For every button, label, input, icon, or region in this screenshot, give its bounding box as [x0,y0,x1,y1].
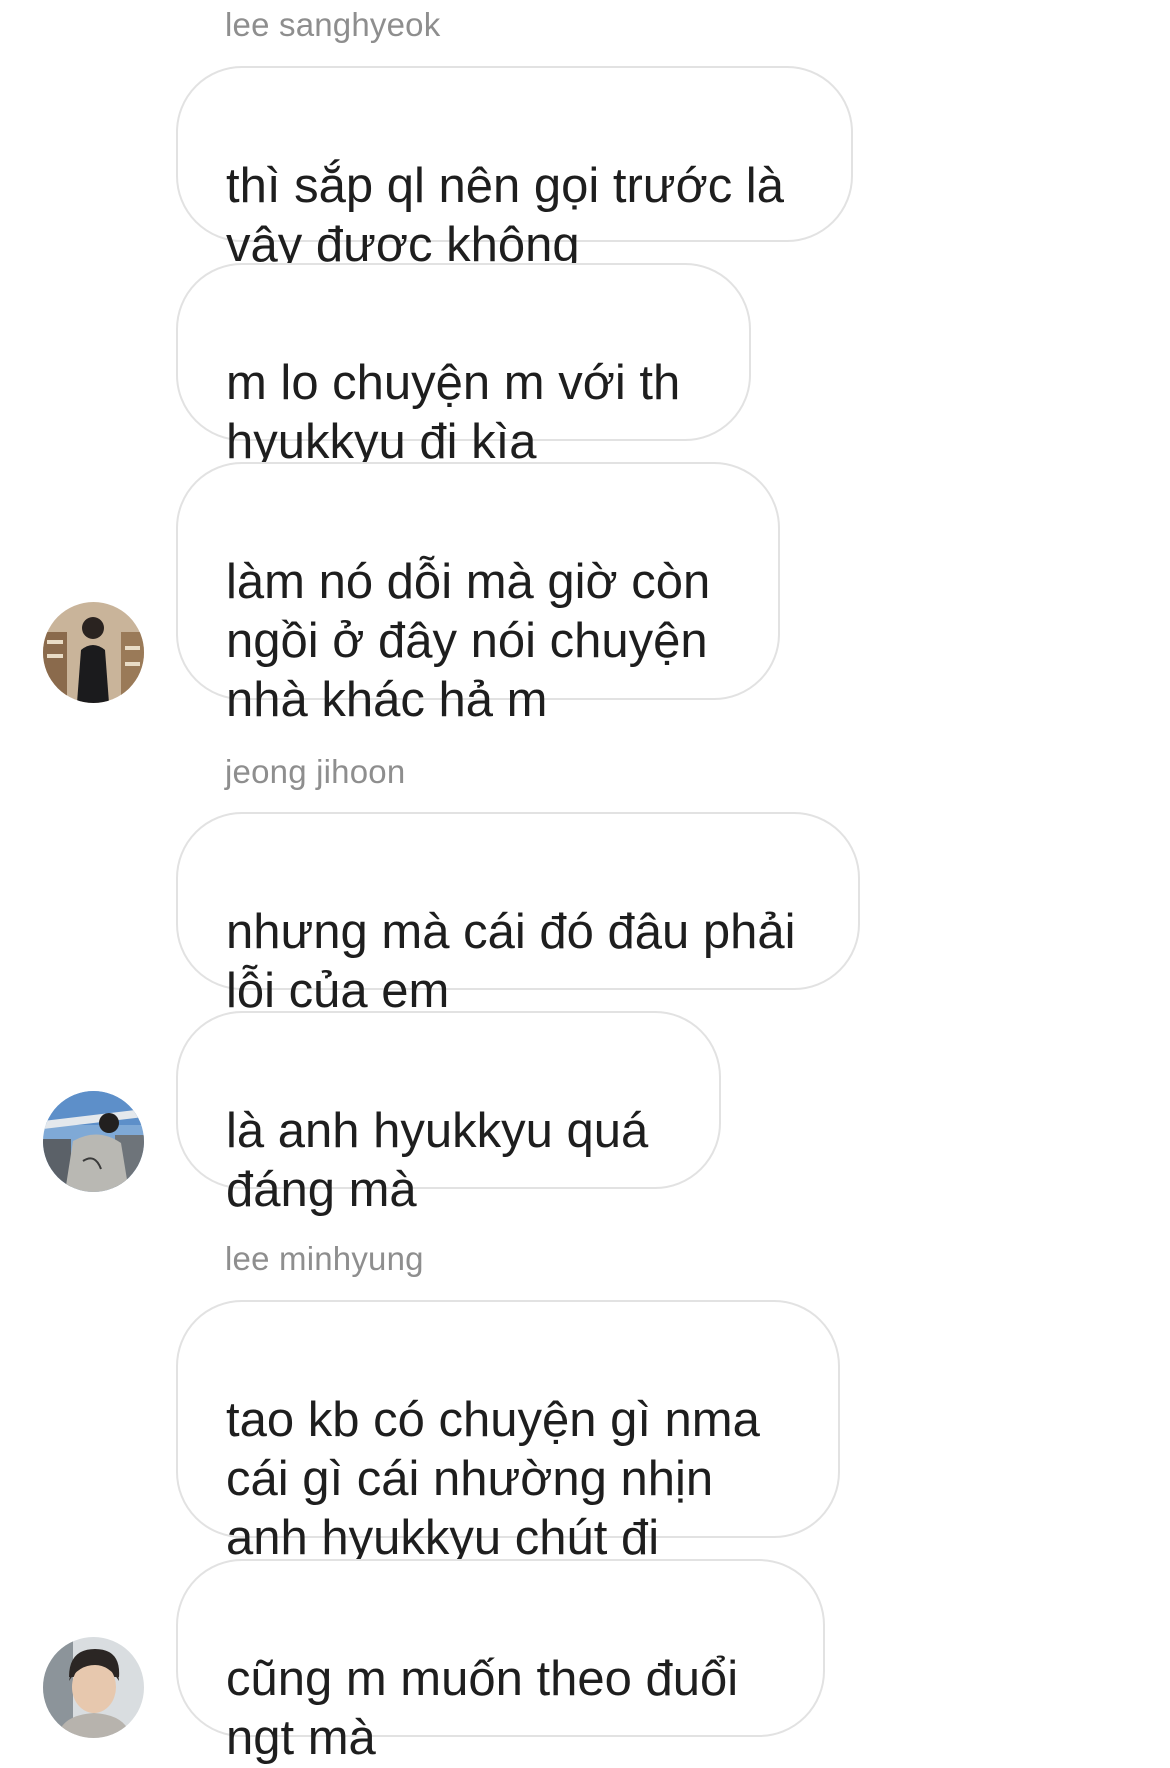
message-bubble[interactable]: thì sắp ql nên gọi trước là vậy được khô… [176,66,853,272]
sender-name-group-2: jeong jihoon [225,753,406,790]
message-text: thì sắp ql nên gọi trước là vậy được khô… [226,159,784,272]
avatar[interactable] [43,1091,144,1192]
user-avatar-photo-icon [43,1637,144,1738]
message-text: m lo chuyện m với th hyukkyu đi kìa [226,356,681,469]
message-text: là anh hyukkyu quá đáng mà [226,1104,649,1217]
message-bubble[interactable]: tao kb có chuyện gì nma cái gì cái nhườn… [176,1300,840,1565]
sender-name-group-1: lee sanghyeok [225,6,441,43]
avatar[interactable] [43,602,144,703]
message-bubble[interactable]: nhưng mà cái đó đâu phải lỗi của em [176,812,860,1018]
message-bubble[interactable]: làm nó dỗi mà giờ còn ngồi ở đây nói chu… [176,462,780,727]
message-text: nhưng mà cái đó đâu phải lỗi của em [226,905,796,1018]
message-text: làm nó dỗi mà giờ còn ngồi ở đây nói chu… [226,555,711,727]
sender-name-group-3: lee minhyung [225,1240,424,1277]
message-text: cũng m muốn theo đuổi ngt mà [226,1652,739,1765]
message-text: tao kb có chuyện gì nma cái gì cái nhườn… [226,1393,760,1565]
message-bubble[interactable]: cũng m muốn theo đuổi ngt mà [176,1559,825,1765]
user-avatar-photo-icon [43,1091,144,1192]
message-bubble[interactable]: m lo chuyện m với th hyukkyu đi kìa [176,263,751,469]
avatar[interactable] [43,1637,144,1738]
user-avatar-photo-icon [43,602,144,703]
message-bubble[interactable]: là anh hyukkyu quá đáng mà [176,1011,721,1217]
